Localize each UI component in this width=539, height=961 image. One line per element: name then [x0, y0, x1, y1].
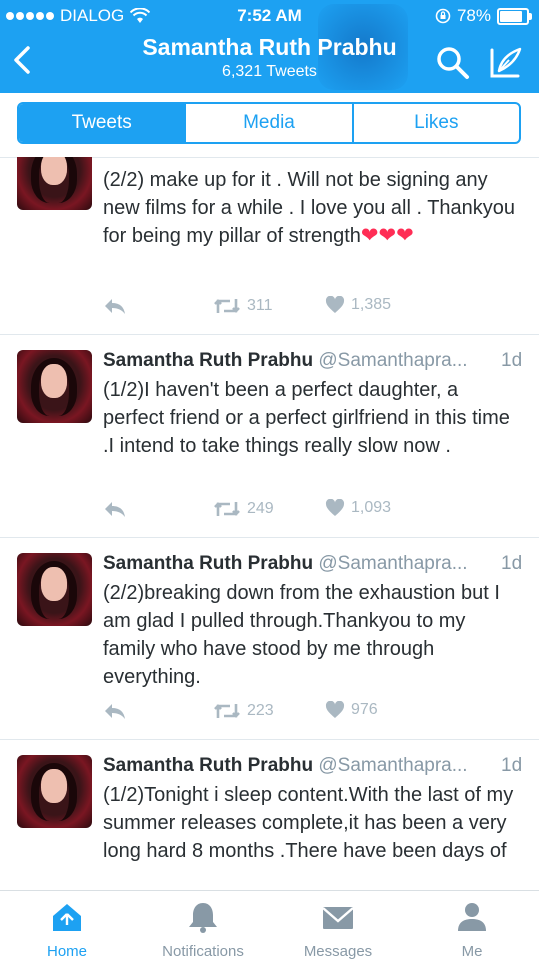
battery-percent: 78% [456, 6, 491, 25]
search-icon[interactable] [436, 46, 470, 80]
tab-me-label: Me [461, 943, 483, 960]
like-count: 976 [351, 701, 378, 718]
avatar[interactable] [17, 350, 92, 423]
status-bar: DIALOG 7:52 AM 78% [0, 4, 539, 26]
like-count: 1,093 [351, 499, 392, 516]
reply-icon[interactable] [103, 499, 127, 519]
tweet-item[interactable]: Samantha Ruth Prabhu @Samanthapra... 1d … [0, 335, 539, 538]
avatar[interactable] [17, 157, 92, 210]
avatar[interactable] [17, 553, 92, 626]
tweet-age: 1d [501, 755, 523, 776]
retweet-count: 223 [247, 702, 274, 719]
tweet-actions: 223 976 [103, 701, 523, 725]
author-handle: @Samanthapra... [318, 755, 468, 776]
tab-home[interactable]: Home [36, 901, 98, 960]
compose-tweet-icon[interactable] [487, 46, 523, 80]
tweet-actions: 249 1,093 [103, 499, 523, 523]
author-name[interactable]: Samantha Ruth Prabhu [103, 350, 313, 371]
tab-notifications[interactable]: Notifications [150, 901, 256, 960]
battery-icon [497, 7, 532, 25]
reply-icon[interactable] [103, 296, 127, 316]
tab-likes[interactable]: Likes [351, 104, 519, 142]
person-icon [458, 903, 486, 931]
tweet-age: 1d [501, 553, 523, 574]
tweet-text: (2/2) make up for it . Will not be signi… [103, 169, 516, 247]
retweet-icon[interactable] [213, 701, 241, 721]
tab-notifications-label: Notifications [162, 943, 244, 960]
tweet-item[interactable]: (2/2) make up for it . Will not be signi… [0, 157, 539, 335]
like-icon[interactable] [325, 701, 345, 719]
retweet-count: 249 [247, 500, 274, 517]
segmented-control: Tweets Media Likes [17, 102, 521, 144]
tweet-meta: Samantha Ruth Prabhu @Samanthapra... 1d [103, 755, 522, 777]
author-handle: @Samanthapra... [318, 553, 468, 574]
bell-icon [189, 903, 217, 933]
tweet-feed[interactable]: (2/2) make up for it . Will not be signi… [0, 157, 539, 890]
tweet-meta: Samantha Ruth Prabhu @Samanthapra... 1d [103, 350, 522, 372]
like-count: 1,385 [351, 296, 392, 313]
profile-tab-bar: Tweets Media Likes [0, 93, 539, 158]
tweet-item[interactable]: Samantha Ruth Prabhu @Samanthapra... 1d … [0, 740, 539, 890]
home-icon [53, 904, 81, 931]
author-name[interactable]: Samantha Ruth Prabhu [103, 755, 313, 776]
tweet-item[interactable]: Samantha Ruth Prabhu @Samanthapra... 1d … [0, 538, 539, 740]
avatar[interactable] [17, 755, 92, 828]
tab-messages-label: Messages [303, 943, 373, 960]
retweet-icon[interactable] [213, 296, 241, 316]
tab-me[interactable]: Me [448, 901, 496, 960]
like-icon[interactable] [325, 296, 345, 314]
profile-header: DIALOG 7:52 AM 78% Samantha Ruth Prabhu … [0, 0, 539, 93]
retweet-icon[interactable] [213, 499, 241, 519]
tweet-text: (1/2)I haven't been a perfect daughter, … [103, 379, 510, 457]
tweet-meta: Samantha Ruth Prabhu @Samanthapra... 1d [103, 553, 522, 575]
tab-messages[interactable]: Messages [296, 901, 380, 960]
author-handle: @Samanthapra... [318, 350, 468, 371]
tab-tweets[interactable]: Tweets [19, 104, 185, 142]
retweet-count: 311 [247, 297, 273, 314]
bottom-tab-bar: Home Notifications Messages Me [0, 890, 539, 961]
rotation-lock-icon [435, 8, 451, 24]
tweet-actions: 311 1,385 [103, 296, 523, 320]
tweet-text: (1/2)Tonight i sleep content.With the la… [103, 784, 514, 862]
tab-home-label: Home [46, 943, 87, 960]
tweet-age: 1d [501, 350, 523, 371]
tab-media[interactable]: Media [184, 104, 351, 142]
author-name[interactable]: Samantha Ruth Prabhu [103, 553, 313, 574]
like-icon[interactable] [325, 499, 345, 517]
heart-emoji: ❤❤❤ [360, 224, 414, 247]
reply-icon[interactable] [103, 701, 127, 721]
tweet-text: (2/2)breaking down from the exhaustion b… [103, 582, 500, 688]
envelope-icon [322, 907, 354, 929]
